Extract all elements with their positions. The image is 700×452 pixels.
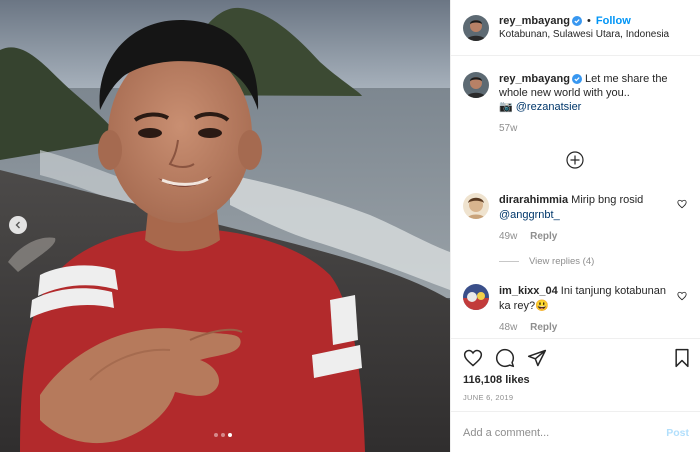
avatar-image [463,284,489,310]
comment-mention[interactable]: @anggrnbt_ [499,209,560,221]
action-icons [463,348,547,368]
caption-time[interactable]: 57w [499,123,517,134]
comment-item: dirarahimmia Mirip bng rosid @anggrnbt_ [463,193,693,223]
commenter-username[interactable]: dirarahimmia [499,194,568,206]
avatar-image [463,193,489,219]
like-comment-heart-icon[interactable] [677,291,687,301]
bookmark-save-icon[interactable] [673,348,691,368]
post-comment-button[interactable]: Post [666,427,689,439]
post-actions: 116,108 likes JUNE 6, 2019 Post [451,338,700,450]
post-photo[interactable] [0,0,450,452]
post-location[interactable]: Kotabunan, Sulawesi Utara, Indonesia [499,28,669,42]
reply-button[interactable]: Reply [530,231,557,242]
photo-scene [0,0,450,452]
comment-meta: 48w Reply [499,322,557,333]
verified-badge-icon [571,74,582,84]
like-comment-heart-icon[interactable] [677,199,687,209]
share-send-icon[interactable] [527,348,547,368]
load-more-comments-icon[interactable] [566,151,584,169]
follow-button[interactable]: Follow [596,15,631,27]
reply-button[interactable]: Reply [530,322,557,333]
post-side-panel: rey_mbayang • Follow Kotabunan, Sulawesi… [450,0,700,452]
header-separator: • [587,14,591,27]
author-username[interactable]: rey_mbayang [499,15,570,27]
verified-badge-icon [571,15,582,26]
likes-count[interactable]: 116,108 likes [463,374,530,386]
author-avatar[interactable] [463,14,489,41]
commenter-username[interactable]: im_kixx_04 [499,285,558,297]
like-heart-icon[interactable] [463,348,483,368]
commenter-avatar[interactable] [463,193,489,219]
comment-text: Mirip bng rosid [571,194,644,206]
add-comment-bar: Post [451,411,700,452]
view-replies-label: View replies (4) [529,256,595,267]
avatar-image [463,14,489,41]
carousel-prev-button[interactable] [9,216,27,234]
instagram-post: rey_mbayang • Follow Kotabunan, Sulawesi… [0,0,700,452]
carousel-dot-active [228,433,232,437]
replies-line [499,261,519,262]
comment-input[interactable] [463,426,667,439]
commenter-avatar[interactable] [463,284,489,310]
caption-avatar[interactable] [463,72,489,98]
comment-item: im_kixx_04 Ini tanjung kotabunan ka rey?… [463,284,693,314]
post-header: rey_mbayang • Follow Kotabunan, Sulawesi… [451,0,700,56]
comment-meta: 49w Reply [499,231,557,242]
post-caption: rey_mbayang Let me share the whole new w… [463,72,693,114]
chevron-left-icon [15,221,20,229]
carousel-dot [221,433,225,437]
view-replies-button[interactable]: View replies (4) [499,256,594,267]
carousel-dots [214,433,232,437]
avatar-image [463,72,489,98]
comment-bubble-icon[interactable] [495,348,515,368]
camera-emoji: 📷 [499,101,513,113]
carousel-dot [214,433,218,437]
caption-mention[interactable]: @rezanatsier [516,101,582,113]
comment-time[interactable]: 49w [499,231,517,242]
comment-time[interactable]: 48w [499,322,517,333]
post-date: JUNE 6, 2019 [463,393,514,402]
caption-username[interactable]: rey_mbayang [499,73,570,85]
